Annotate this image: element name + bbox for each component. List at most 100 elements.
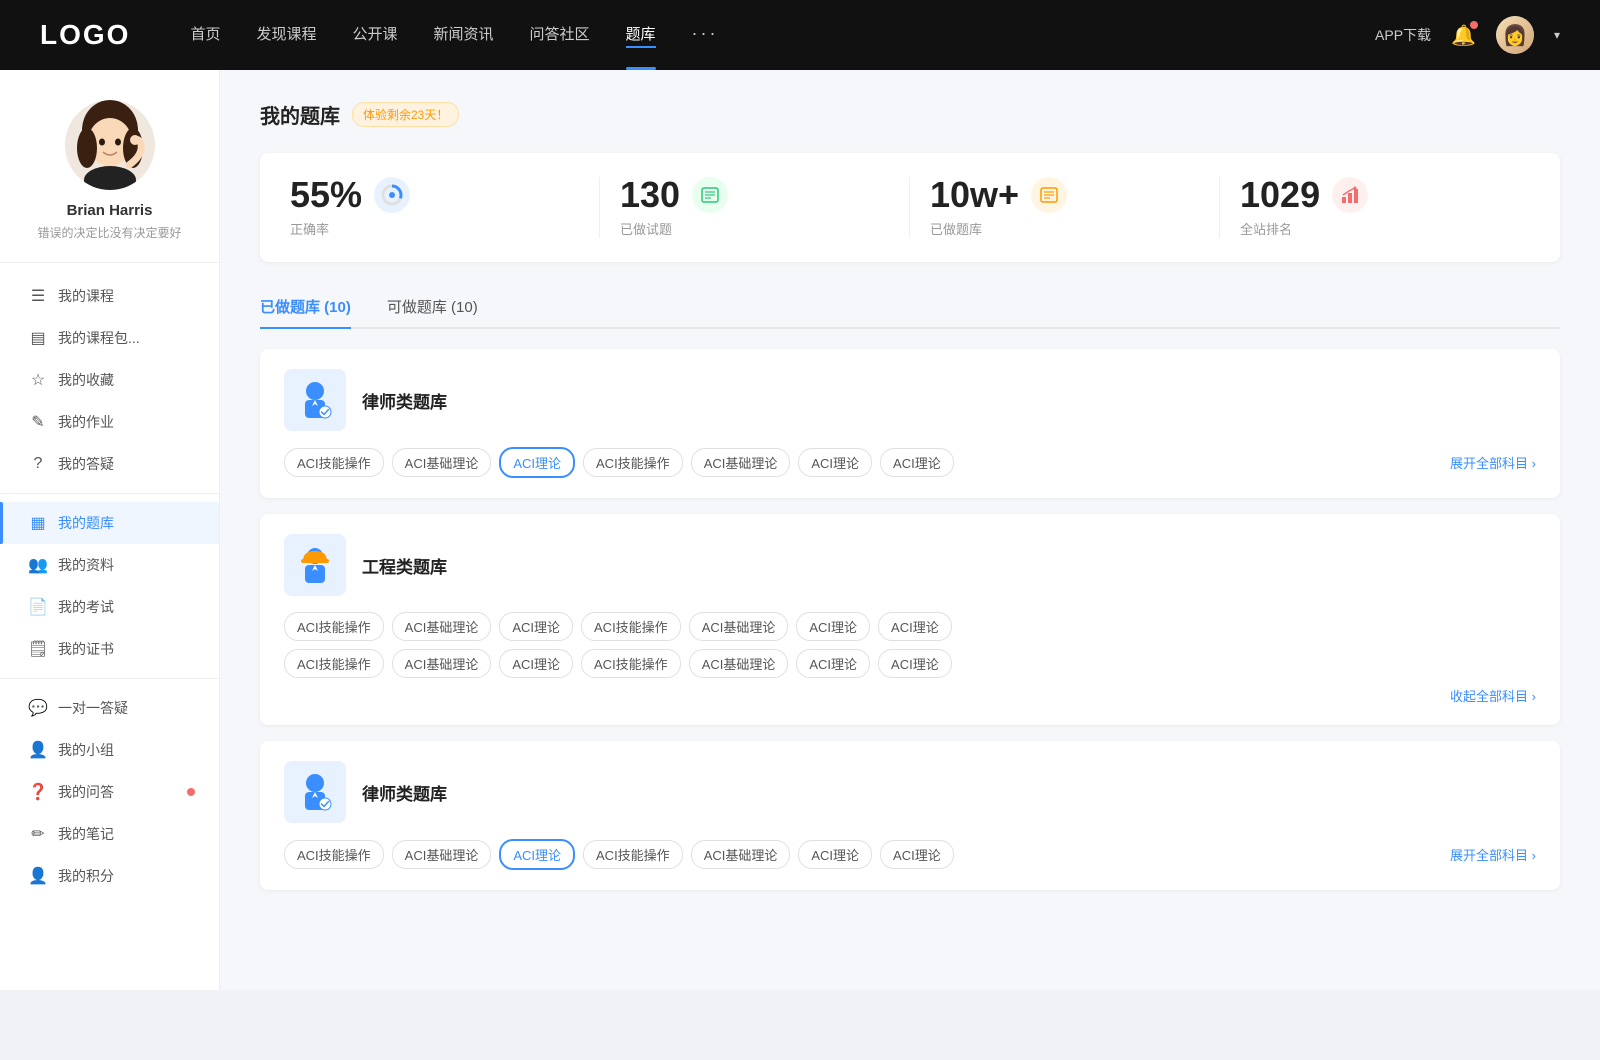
menu-label-questions: 我的问答 [58,782,114,802]
app-download-link[interactable]: APP下载 [1375,25,1431,45]
qbank-card-2-header: 工程类题库 [284,534,1536,596]
menu-label-notes: 我的笔记 [58,824,114,844]
user-avatar[interactable]: 👩 [1496,16,1534,54]
menu-label-groups: 我的小组 [58,740,114,760]
qbank-3-tag-1[interactable]: ACI基础理论 [392,840,492,869]
sidebar-item-exam[interactable]: 📄 我的考试 [0,586,219,628]
menu-divider-1 [0,493,219,494]
qbank-2-avatar [284,534,346,596]
tab-available[interactable]: 可做题库 (10) [387,286,478,329]
qbank-2-tag-r2-0[interactable]: ACI技能操作 [284,649,384,678]
menu-label-points: 我的积分 [58,866,114,886]
done-questions-icon [692,177,728,213]
nav-open-course[interactable]: 公开课 [352,23,397,48]
sidebar-item-qbank[interactable]: ▦ 我的题库 [0,502,219,544]
qbank-1-tag-1[interactable]: ACI基础理论 [392,448,492,477]
qbank-3-tag-4[interactable]: ACI基础理论 [691,840,791,869]
stat-done-label: 已做试题 [620,219,889,238]
qbank-2-tag-r2-5[interactable]: ACI理论 [796,649,870,678]
sidebar-item-1on1[interactable]: 💬 一对一答疑 [0,687,219,729]
bell-button[interactable]: 🔔 [1451,23,1476,48]
qbank-3-tag-3[interactable]: ACI技能操作 [583,840,683,869]
nav-discover[interactable]: 发现课程 [256,23,316,48]
qbank-2-tag-r1-4[interactable]: ACI基础理论 [689,612,789,641]
qbank-2-tag-r1-6[interactable]: ACI理论 [878,612,952,641]
qbank-2-collapse[interactable]: 收起全部科目 › [1450,686,1536,705]
stat-done-top: 130 [620,177,889,213]
stat-banks-top: 10w+ [930,177,1199,213]
qbank-2-tag-r2-6[interactable]: ACI理论 [878,649,952,678]
trial-badge: 体验剩余23天！ [352,102,459,127]
sidebar-item-notes[interactable]: ✏ 我的笔记 [0,813,219,855]
user-name: Brian Harris [20,202,199,219]
qbank-2-tag-r2-1[interactable]: ACI基础理论 [392,649,492,678]
sidebar-item-course-package[interactable]: ▤ 我的课程包... [0,317,219,359]
avatar-chevron-icon[interactable]: ▾ [1554,28,1560,42]
sidebar-item-certificate[interactable]: 🗒 我的证书 [0,628,219,670]
nav-qa[interactable]: 问答社区 [530,23,590,48]
qbank-2-tag-r1-1[interactable]: ACI基础理论 [392,612,492,641]
menu-label-qa: 我的答疑 [58,454,114,474]
menu-label-certificate: 我的证书 [58,639,114,659]
homework-icon: ✎ [28,412,48,432]
profile-avatar [65,100,155,190]
qbank-3-tag-0[interactable]: ACI技能操作 [284,840,384,869]
qbank-2-tag-r2-2[interactable]: ACI理论 [499,649,573,678]
qbank-1-avatar [284,369,346,431]
menu-label-package: 我的课程包... [58,328,140,348]
sidebar-item-questions[interactable]: ❓ 我的问答 [0,771,219,813]
sidebar-menu: ☰ 我的课程 ▤ 我的课程包... ☆ 我的收藏 ✎ 我的作业 ? 我的答疑 ▦ [0,263,219,909]
qbank-2-tag-r1-0[interactable]: ACI技能操作 [284,612,384,641]
page-wrap: Brian Harris 错误的决定比没有决定要好 ☰ 我的课程 ▤ 我的课程包… [0,70,1600,990]
stat-ranking: 1029 全站排名 [1220,177,1530,238]
sidebar-item-qa[interactable]: ? 我的答疑 [0,443,219,485]
page-title: 我的题库 [260,100,340,129]
qbank-1-tag-3[interactable]: ACI技能操作 [583,448,683,477]
qbank-2-tag-r1-5[interactable]: ACI理论 [796,612,870,641]
qbank-2-tag-r2-3[interactable]: ACI技能操作 [581,649,681,678]
sidebar-item-points[interactable]: 👤 我的积分 [0,855,219,897]
stat-done-value: 130 [620,177,680,213]
nav-qbank[interactable]: 题库 [626,23,656,48]
stat-accuracy-value: 55% [290,177,362,213]
qbank-2-tag-r2-4[interactable]: ACI基础理论 [689,649,789,678]
qbank-3-tag-5[interactable]: ACI理论 [798,840,872,869]
tab-done[interactable]: 已做题库 (10) [260,286,351,329]
qbank-2-tag-r1-2[interactable]: ACI理论 [499,612,573,641]
qbank-3-expand[interactable]: 展开全部科目 › [1450,845,1536,864]
qbank-1-tag-0[interactable]: ACI技能操作 [284,448,384,477]
qbank-3-tag-6[interactable]: ACI理论 [880,840,954,869]
qbank-3-tag-2[interactable]: ACI理论 [499,839,575,870]
1on1-icon: 💬 [28,698,48,718]
qbank-2-tag-r1-3[interactable]: ACI技能操作 [581,612,681,641]
stat-done-banks: 10w+ 已做题库 [910,177,1220,238]
stat-ranking-value: 1029 [1240,177,1320,213]
sidebar-item-favorites[interactable]: ☆ 我的收藏 [0,359,219,401]
qbank-1-tag-4[interactable]: ACI基础理论 [691,448,791,477]
sidebar-item-homework[interactable]: ✎ 我的作业 [0,401,219,443]
qbank-1-tag-2[interactable]: ACI理论 [499,447,575,478]
qbank-card-3: 律师类题库 ACI技能操作 ACI基础理论 ACI理论 ACI技能操作 ACI基… [260,741,1560,890]
questions-dot [187,788,195,796]
sidebar-item-my-courses[interactable]: ☰ 我的课程 [0,275,219,317]
sidebar-profile: Brian Harris 错误的决定比没有决定要好 [0,100,219,263]
accuracy-icon [374,177,410,213]
main-content: 我的题库 体验剩余23天！ 55% 正确率 [220,70,1600,990]
menu-label-exam: 我的考试 [58,597,114,617]
sidebar-item-materials[interactable]: 👥 我的资料 [0,544,219,586]
user-motto: 错误的决定比没有决定要好 [20,225,199,242]
stat-ranking-top: 1029 [1240,177,1510,213]
menu-label-favorites: 我的收藏 [58,370,114,390]
nav-home[interactable]: 首页 [190,23,220,48]
qbank-tabs: 已做题库 (10) 可做题库 (10) [260,286,1560,329]
qbank-1-expand[interactable]: 展开全部科目 › [1450,453,1536,472]
nav-news[interactable]: 新闻资讯 [434,23,494,48]
stat-accuracy-label: 正确率 [290,219,579,238]
nav-more[interactable]: ··· [692,23,719,48]
nav-right: APP下载 🔔 👩 ▾ [1375,16,1560,54]
ranking-icon [1332,177,1368,213]
qbank-1-tag-5[interactable]: ACI理论 [798,448,872,477]
sidebar-item-groups[interactable]: 👤 我的小组 [0,729,219,771]
qbank-1-tag-6[interactable]: ACI理论 [880,448,954,477]
qbank-3-name: 律师类题库 [362,780,447,805]
